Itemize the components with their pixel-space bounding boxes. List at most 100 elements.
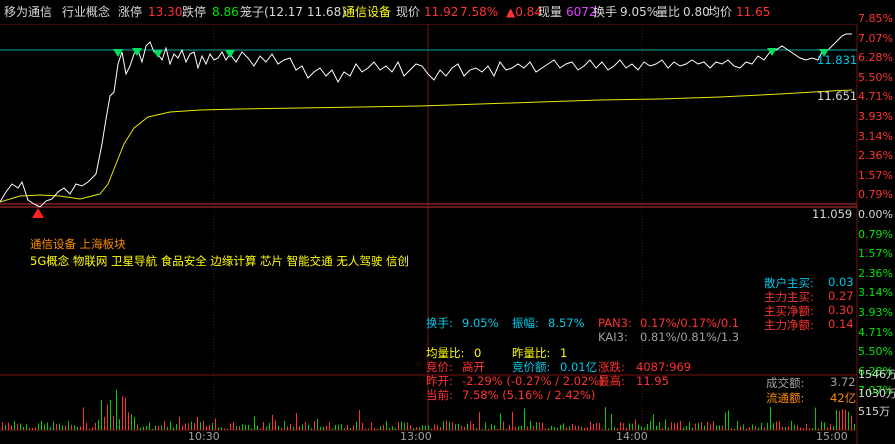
volume-bar <box>797 424 798 430</box>
vol-axis-1: 1030万 <box>858 387 895 400</box>
volume-bar <box>599 422 600 430</box>
volume-bar <box>323 426 324 430</box>
volume-bar <box>482 428 483 430</box>
bid-ask-cage: 笼子(12.17 11.68) <box>240 5 346 19</box>
volume-bar <box>584 427 585 430</box>
pct-axis-down-3: 3.14% <box>858 286 893 300</box>
volume-bar <box>620 422 621 430</box>
volume-bar <box>683 427 684 430</box>
volume-bar <box>359 410 360 430</box>
industry-name[interactable]: 通信设备 <box>343 5 391 19</box>
float-amount-value: 42亿 <box>830 391 857 405</box>
volume-bar <box>119 419 120 430</box>
volume-bar <box>686 426 687 430</box>
volume-bar <box>587 427 588 430</box>
trade-amount-value: 3.72 <box>830 375 856 389</box>
volume-bar <box>839 410 840 430</box>
pct-axis-up-3: 5.50% <box>858 70 893 84</box>
volume-bar <box>71 424 72 430</box>
turnover-stat-label: 换手: <box>426 316 453 330</box>
volume-bar <box>527 426 528 430</box>
volume-bar <box>605 407 606 430</box>
volume-bar <box>809 427 810 430</box>
stock-name[interactable]: 移为通信 <box>4 5 52 19</box>
volume-bar <box>758 427 759 430</box>
pct-axis-up-5: 3.93% <box>858 110 893 123</box>
volume-bar <box>152 428 153 430</box>
volume-bar <box>572 423 573 430</box>
time-label-1500: 15:00 <box>816 430 848 443</box>
volume-bar <box>611 414 612 430</box>
volume-bar <box>479 412 480 430</box>
volume-bar <box>500 413 501 430</box>
volume-bar <box>116 389 117 430</box>
volume-bar <box>503 421 504 430</box>
price-label: 现价 <box>396 5 421 19</box>
volume-bar <box>491 423 492 430</box>
prev-open-value: -2.29% (-0.27% / 2.02%) <box>462 374 604 388</box>
volume-bar <box>707 421 708 430</box>
auction-amount-value: 0.01亿 <box>560 360 598 374</box>
volume-bar <box>95 422 96 430</box>
volume-bar <box>5 425 6 430</box>
concepts-line[interactable]: 5G概念 物联网 卫星导航 食品安全 边缘计算 芯片 智能交通 无人驾驶 信创 <box>30 254 409 269</box>
volume-bar <box>170 421 171 430</box>
pct-axis-up-8: 1.57% <box>858 168 893 182</box>
volume-bar <box>53 421 54 430</box>
limit-count-value: 4087:969 <box>636 360 692 374</box>
volume-bar <box>470 421 471 430</box>
auction-label: 竞价: <box>426 360 453 374</box>
vol-axis-0: 1546万 <box>858 368 895 381</box>
volume-bar <box>113 415 114 430</box>
volume-bar <box>575 425 576 430</box>
volume-bar <box>623 423 624 430</box>
volume-bar <box>461 425 462 430</box>
volume-bar <box>155 425 156 430</box>
volume-bar <box>32 427 33 430</box>
avg-price-line <box>0 89 853 203</box>
concept-tab[interactable]: 行业概念 <box>62 5 110 19</box>
volume-bar <box>485 422 486 430</box>
volume-bar <box>548 428 549 430</box>
volume-bar <box>65 425 66 430</box>
volume-bar <box>371 422 372 430</box>
pct-axis-down-6: 5.50% <box>858 345 893 359</box>
volume-bar <box>161 425 162 430</box>
volume-bar <box>143 426 144 430</box>
volume-bar <box>773 423 774 430</box>
volume-bar <box>665 419 666 430</box>
volume-bar <box>578 425 579 430</box>
volume-bar <box>581 426 582 430</box>
volume-bar <box>566 427 567 430</box>
volume-bar <box>788 426 789 430</box>
volume-bar <box>35 427 36 430</box>
volume-bar <box>569 426 570 430</box>
low-price-annotation: 11.059 <box>812 207 853 221</box>
volume-bar <box>92 427 93 430</box>
volume-bar <box>86 422 87 430</box>
volume-bar <box>650 421 651 430</box>
volume-bar <box>434 424 435 430</box>
volume-bar <box>506 428 507 430</box>
volume-bar <box>725 412 726 430</box>
volume-bar <box>698 422 699 430</box>
volume-bar <box>68 420 69 430</box>
volume-bar <box>38 423 39 430</box>
pct-axis-down-0: 0.79% <box>858 227 893 241</box>
volume-bar <box>326 426 327 430</box>
industry-sector-line[interactable]: 通信设备 上海板块 <box>30 237 126 252</box>
money-flow-panel: 散户主买: 0.03 主力主买: 0.27 主买净额: 0.30 主力净额: 0… <box>738 272 856 362</box>
avg-price-annotation: 11.651 <box>817 89 858 103</box>
volume-bar <box>137 424 138 430</box>
volume-bar <box>743 424 744 430</box>
volume-bar <box>776 421 777 430</box>
kai3-label: KAI3: <box>598 330 628 344</box>
volume-bar <box>554 426 555 430</box>
amplitude-value: 8.57% <box>548 316 585 330</box>
volume-bar <box>239 426 240 430</box>
volume-bar <box>662 428 663 430</box>
turnover-label: 换手 <box>593 5 618 19</box>
volume-bar <box>674 423 675 430</box>
volume-bar <box>563 423 564 430</box>
volume-bar <box>836 410 837 430</box>
